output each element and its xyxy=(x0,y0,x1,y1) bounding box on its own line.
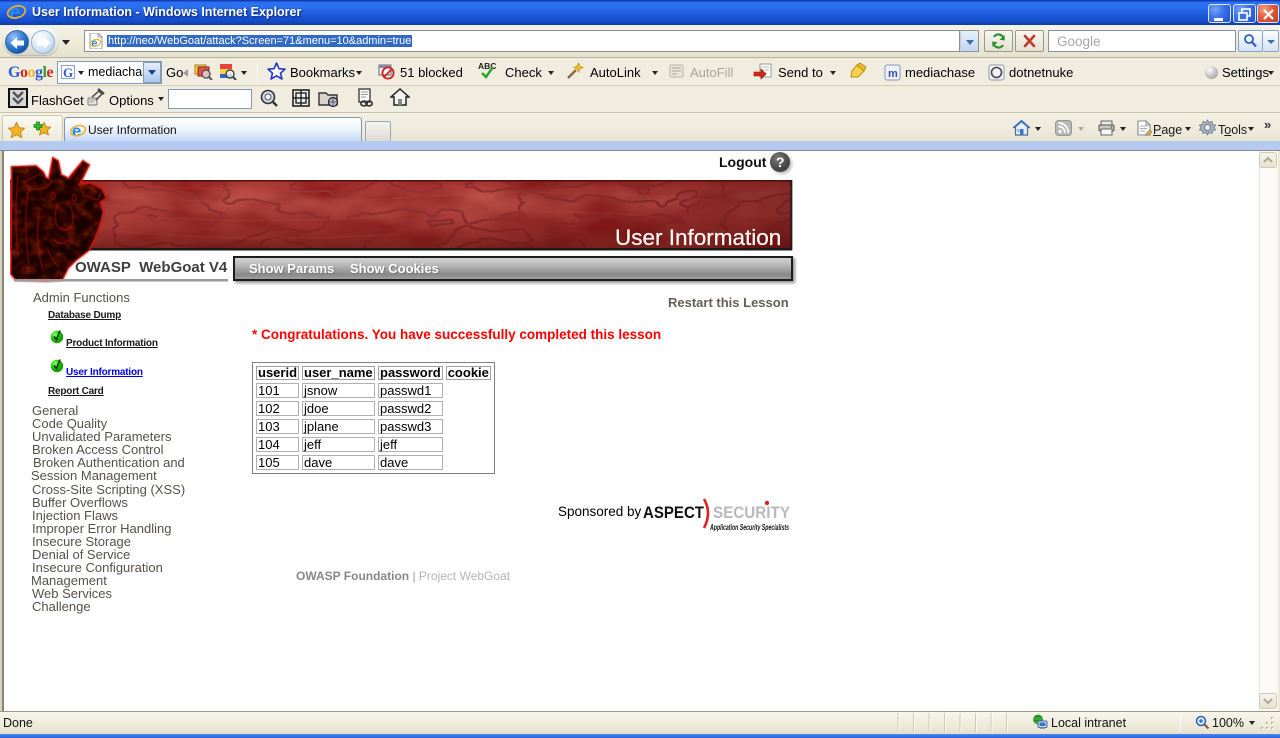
svg-text:User Information: User Information xyxy=(615,225,781,250)
svg-text:ABC: ABC xyxy=(478,61,496,71)
svg-text:ASPECT: ASPECT xyxy=(643,503,705,522)
svg-text:Application Security Specialis: Application Security Specialists xyxy=(709,523,789,532)
svg-text:SECURITY: SECURITY xyxy=(713,503,791,522)
svg-text:m: m xyxy=(888,68,898,80)
